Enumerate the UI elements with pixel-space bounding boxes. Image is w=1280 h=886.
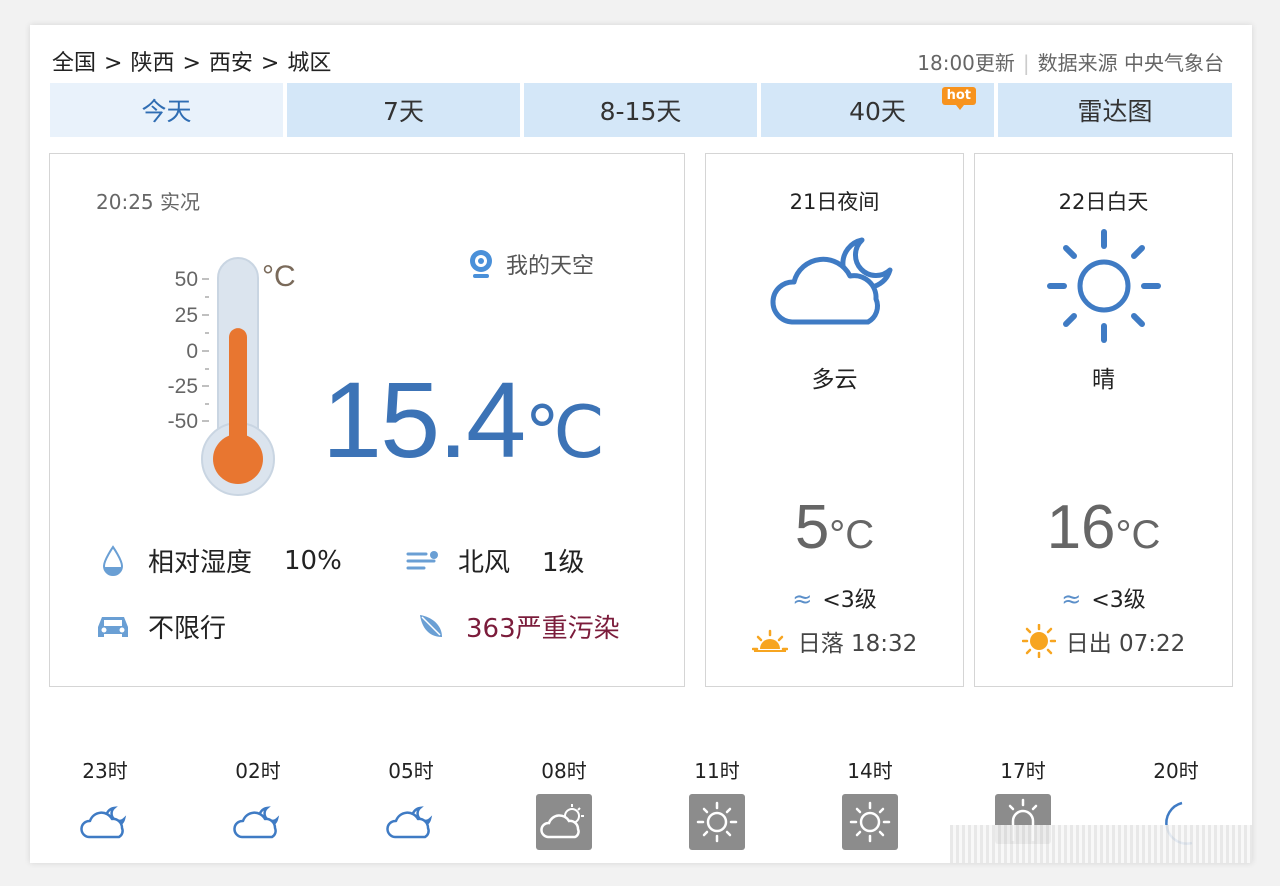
wind-wave-icon: ≈ (792, 585, 813, 613)
forecast-description: 晴 (1092, 367, 1115, 393)
hourly-item: 05时 (361, 755, 461, 850)
breadcrumb: 全国 > 陕西 > 西安 > 城区 (52, 51, 332, 76)
hourly-item: 08时 (514, 755, 614, 850)
hourly-item: 11时 (667, 755, 767, 850)
thermometer-icon: 50 25 0 -25 -50 °C (168, 257, 296, 496)
tab-40-days[interactable]: 40天 hot (761, 83, 994, 137)
current-conditions-panel: 20:25 实况 50 25 0 -25 -50 °C 我的天空 15.4℃ 相… (49, 153, 685, 687)
forecast-tabs: 今天 7天 8-15天 40天 hot 雷达图 (50, 83, 1232, 137)
thermo-tick-label: 50 (175, 268, 198, 291)
wind-wave-icon: ≈ (1061, 585, 1082, 613)
hot-badge: hot (941, 87, 976, 110)
thermo-tick-label: -50 (168, 410, 198, 433)
sunny-icon (842, 794, 898, 850)
leaf-icon (414, 610, 448, 644)
humidity-stat: 相对湿度 10% (96, 542, 342, 579)
current-temperature: 15.4℃ (322, 359, 606, 480)
thermo-unit: °C (262, 260, 296, 293)
cloudy-day-icon (536, 794, 592, 850)
hourly-item: 14时 (820, 755, 920, 850)
breadcrumb-item-city[interactable]: 西安 (209, 51, 253, 76)
forecast-temperature: 16°C (1046, 493, 1161, 562)
tab-radar[interactable]: 雷达图 (998, 83, 1232, 137)
thermo-tick-label: 25 (175, 304, 198, 327)
forecast-wind: ≈ <3级 (792, 585, 877, 613)
breadcrumb-item-province[interactable]: 陕西 (130, 51, 174, 76)
tab-8-15-days[interactable]: 8-15天 (524, 83, 757, 137)
cloudy-night-icon (77, 794, 133, 850)
sunrise-icon (1021, 624, 1056, 658)
cloudy-night-icon (383, 794, 439, 850)
wind-icon (406, 544, 440, 578)
webcam-icon (470, 250, 492, 278)
update-info: 18:00更新 | 数据来源 中央气象台 (917, 51, 1224, 75)
forecast-panel-day: 22日白天 晴 16°C ≈ <3级 日出 07:22 (974, 153, 1233, 687)
sunset-icon (751, 629, 788, 652)
forecast-wind: ≈ <3级 (1061, 585, 1146, 613)
sunny-icon (1046, 229, 1161, 343)
tab-7-days[interactable]: 7天 (287, 83, 520, 137)
air-quality-stat[interactable]: 363严重污染 (414, 608, 620, 645)
car-icon (96, 610, 130, 644)
sunrise-time: 日出 07:22 (975, 624, 1232, 658)
observation-time: 20:25 实况 (96, 190, 200, 214)
tab-today[interactable]: 今天 (50, 83, 283, 137)
scroll-overlay (950, 825, 1252, 863)
thermo-tick-label: -25 (168, 375, 198, 398)
breadcrumb-item-country[interactable]: 全国 (52, 51, 96, 76)
sunset-time: 日落 18:32 (706, 624, 963, 658)
forecast-description: 多云 (811, 367, 858, 393)
cloudy-night-icon (230, 794, 286, 850)
sunny-icon (689, 794, 745, 850)
cloudy-night-icon (769, 237, 892, 325)
forecast-period: 21日夜间 (789, 190, 880, 214)
wind-stat: 北风 1级 (406, 542, 585, 579)
update-time: 18:00更新 (917, 51, 1015, 75)
breadcrumb-item-district: 城区 (287, 51, 332, 76)
forecast-panel-night: 21日夜间 多云 5°C ≈ <3级 日落 18:32 (705, 153, 964, 687)
hourly-item: 02时 (208, 755, 308, 850)
droplet-icon (96, 544, 130, 578)
traffic-stat: 不限行 (96, 608, 226, 645)
weather-page: 全国 > 陕西 > 西安 > 城区 18:00更新 | 数据来源 中央气象台 今天 7天 8-1… (30, 25, 1252, 863)
forecast-temperature: 5°C (794, 493, 875, 562)
forecast-period: 22日白天 (1058, 190, 1149, 214)
thermo-tick-label: 0 (186, 340, 198, 363)
data-source: 数据来源 中央气象台 (1037, 51, 1224, 75)
my-sky-link[interactable]: 我的天空 (468, 248, 594, 280)
hourly-item: 23时 (55, 755, 155, 850)
